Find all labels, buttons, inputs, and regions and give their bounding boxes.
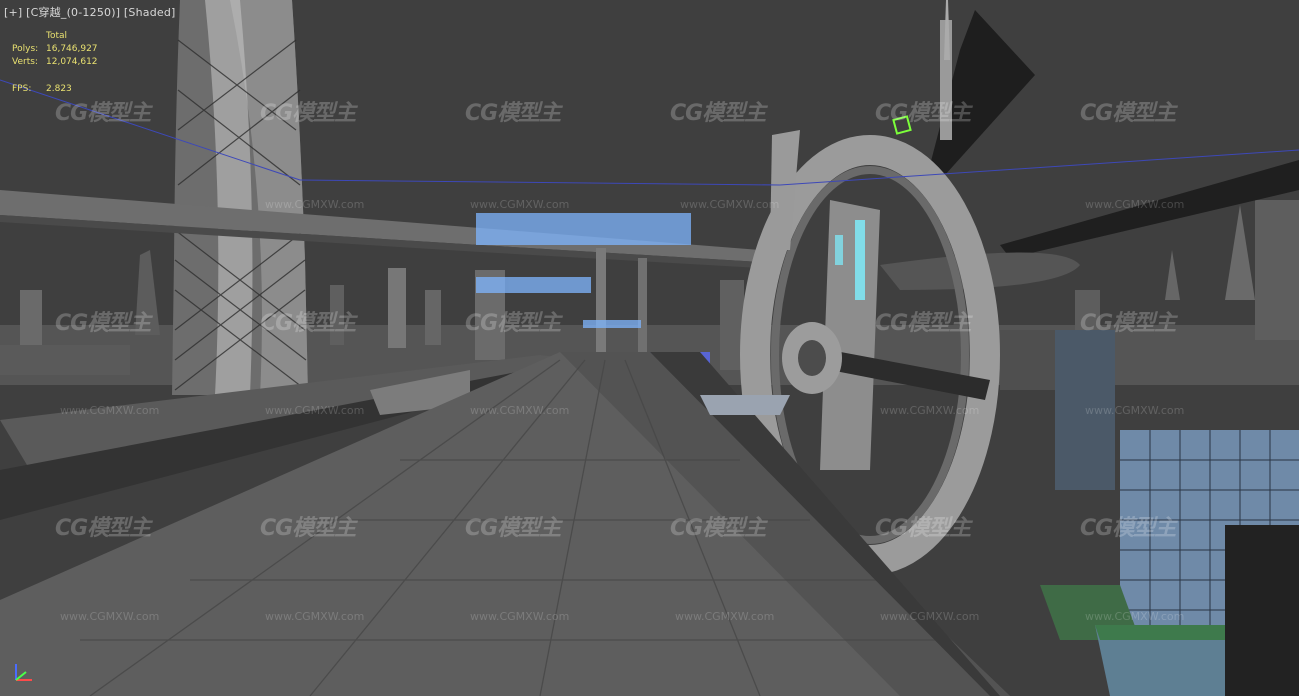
stats-polys-value: 16,746,927 bbox=[46, 44, 98, 54]
watermark-url: www.CGMXW.com bbox=[265, 198, 365, 211]
stats-total-header: Total bbox=[46, 31, 68, 41]
watermark-url: www.CGMXW.com bbox=[880, 610, 980, 623]
fps-value: 2.823 bbox=[46, 84, 72, 94]
statistics-overlay: Total Polys: 16,746,927 Verts: 12,074,61… bbox=[12, 30, 98, 69]
watermark-logo: CG模型主 bbox=[1080, 516, 1176, 541]
watermark-url: www.CGMXW.com bbox=[60, 404, 160, 417]
3d-viewport[interactable]: CG模型主 CG模型主 CG模型主 CG模型主 CG模型主 CG模型主 CG模型… bbox=[0, 0, 1299, 696]
watermark-logo: CG模型主 bbox=[55, 101, 151, 126]
viewport-label-menu[interactable]: [+] [C穿越_(0-1250)] [Shaded] bbox=[4, 4, 176, 20]
stats-verts-label: Verts: bbox=[12, 57, 38, 67]
watermark-url: www.CGMXW.com bbox=[60, 610, 160, 623]
watermark-logo: CG模型主 bbox=[55, 516, 151, 541]
watermark-url: www.CGMXW.com bbox=[470, 198, 570, 211]
fps-label: FPS: bbox=[12, 84, 32, 94]
stats-verts-row: Verts: 12,074,612 bbox=[12, 56, 98, 69]
watermark-logo: CG模型主 bbox=[670, 516, 766, 541]
watermark-logo: CG模型主 bbox=[55, 311, 151, 336]
watermark-logo: CG模型主 bbox=[1080, 101, 1176, 126]
watermark-url: www.CGMXW.com bbox=[880, 404, 980, 417]
watermark-url: www.CGMXW.com bbox=[675, 610, 775, 623]
watermark-logo: CG模型主 bbox=[670, 101, 766, 126]
watermark-logo: CG模型主 bbox=[465, 101, 561, 126]
watermark-url: www.CGMXW.com bbox=[1085, 404, 1185, 417]
watermark-url: www.CGMXW.com bbox=[470, 610, 570, 623]
watermark-logo: CG模型主 bbox=[260, 516, 356, 541]
axis-gizmo-icon bbox=[15, 664, 32, 681]
stats-polys-row: Polys: 16,746,927 bbox=[12, 43, 98, 56]
watermark-logo: CG模型主 bbox=[465, 516, 561, 541]
watermark-url: www.CGMXW.com bbox=[680, 198, 780, 211]
fps-counter: FPS: 2.823 bbox=[12, 84, 72, 94]
watermark-logo: CG模型主 bbox=[260, 101, 356, 126]
watermark-url: www.CGMXW.com bbox=[1085, 198, 1185, 211]
watermark-url: www.CGMXW.com bbox=[1085, 610, 1185, 623]
stats-polys-label: Polys: bbox=[12, 44, 39, 54]
stats-verts-value: 12,074,612 bbox=[46, 57, 98, 67]
watermark-logo: CG模型主 bbox=[875, 516, 971, 541]
watermark-logo: CG模型主 bbox=[875, 101, 971, 126]
watermark-url: www.CGMXW.com bbox=[265, 404, 365, 417]
watermark-url: www.CGMXW.com bbox=[265, 610, 365, 623]
watermark-logo: CG模型主 bbox=[465, 311, 561, 336]
watermark-logo: CG模型主 bbox=[1080, 311, 1176, 336]
watermark-url: www.CGMXW.com bbox=[470, 404, 570, 417]
watermark-logo: CG模型主 bbox=[875, 311, 971, 336]
watermark-logo: CG模型主 bbox=[260, 311, 356, 336]
